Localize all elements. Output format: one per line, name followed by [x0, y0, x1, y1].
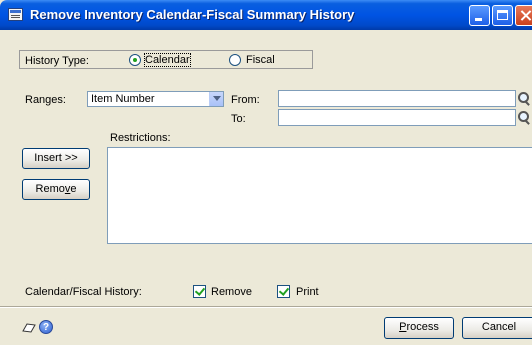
remove-restriction-button-label: Remove — [36, 183, 77, 195]
maximize-button[interactable] — [492, 5, 513, 26]
ranges-dropdown-value: Item Number — [91, 93, 155, 105]
remove-restriction-button[interactable]: Remove — [22, 179, 90, 200]
calendar-fiscal-history-label: Calendar/Fiscal History: — [25, 286, 142, 298]
ranges-label: Ranges: — [25, 94, 66, 106]
help-icon[interactable]: ? — [39, 320, 53, 334]
remove-checkbox[interactable] — [193, 285, 206, 298]
close-button[interactable] — [515, 5, 532, 26]
restrictions-list[interactable] — [107, 147, 532, 244]
to-field[interactable] — [278, 109, 516, 126]
print-checkbox[interactable] — [277, 285, 290, 298]
to-label: To: — [231, 113, 246, 125]
chevron-down-icon[interactable] — [209, 92, 223, 106]
remove-label-part: e — [70, 183, 77, 195]
cancel-button-label: Cancel — [481, 321, 517, 333]
history-type-label: History Type: — [25, 55, 89, 67]
insert-button-label: Insert >> — [34, 152, 78, 164]
process-button-label: Process — [399, 321, 439, 333]
process-button[interactable]: Process — [384, 317, 454, 339]
remove-label-part: Remo — [35, 183, 65, 195]
from-lookup-icon[interactable] — [517, 91, 531, 105]
calendar-radio[interactable] — [129, 54, 141, 66]
ranges-dropdown[interactable]: Item Number — [87, 91, 224, 107]
fiscal-radio-label[interactable]: Fiscal — [246, 54, 275, 66]
calendar-radio-label[interactable]: Calendar — [144, 53, 191, 67]
to-lookup-icon[interactable] — [517, 110, 531, 124]
title-bar[interactable]: Remove Inventory Calendar-Fiscal Summary… — [0, 0, 532, 30]
print-checkbox-label[interactable]: Print — [296, 286, 319, 298]
window-title: Remove Inventory Calendar-Fiscal Summary… — [30, 7, 355, 22]
footer-separator — [0, 306, 532, 307]
restrictions-label: Restrictions: — [110, 132, 171, 144]
minimize-button[interactable] — [469, 5, 490, 26]
from-field[interactable] — [278, 90, 516, 107]
window-icon — [8, 8, 23, 21]
fiscal-radio[interactable] — [229, 54, 241, 66]
from-label: From: — [231, 94, 260, 106]
note-icon[interactable] — [22, 323, 36, 333]
remove-checkbox-label[interactable]: Remove — [211, 286, 252, 298]
dialog-window: Remove Inventory Calendar-Fiscal Summary… — [0, 0, 532, 345]
process-label-part: rocess — [406, 321, 439, 333]
cancel-button[interactable]: Cancel — [462, 317, 532, 339]
insert-button[interactable]: Insert >> — [22, 148, 90, 169]
